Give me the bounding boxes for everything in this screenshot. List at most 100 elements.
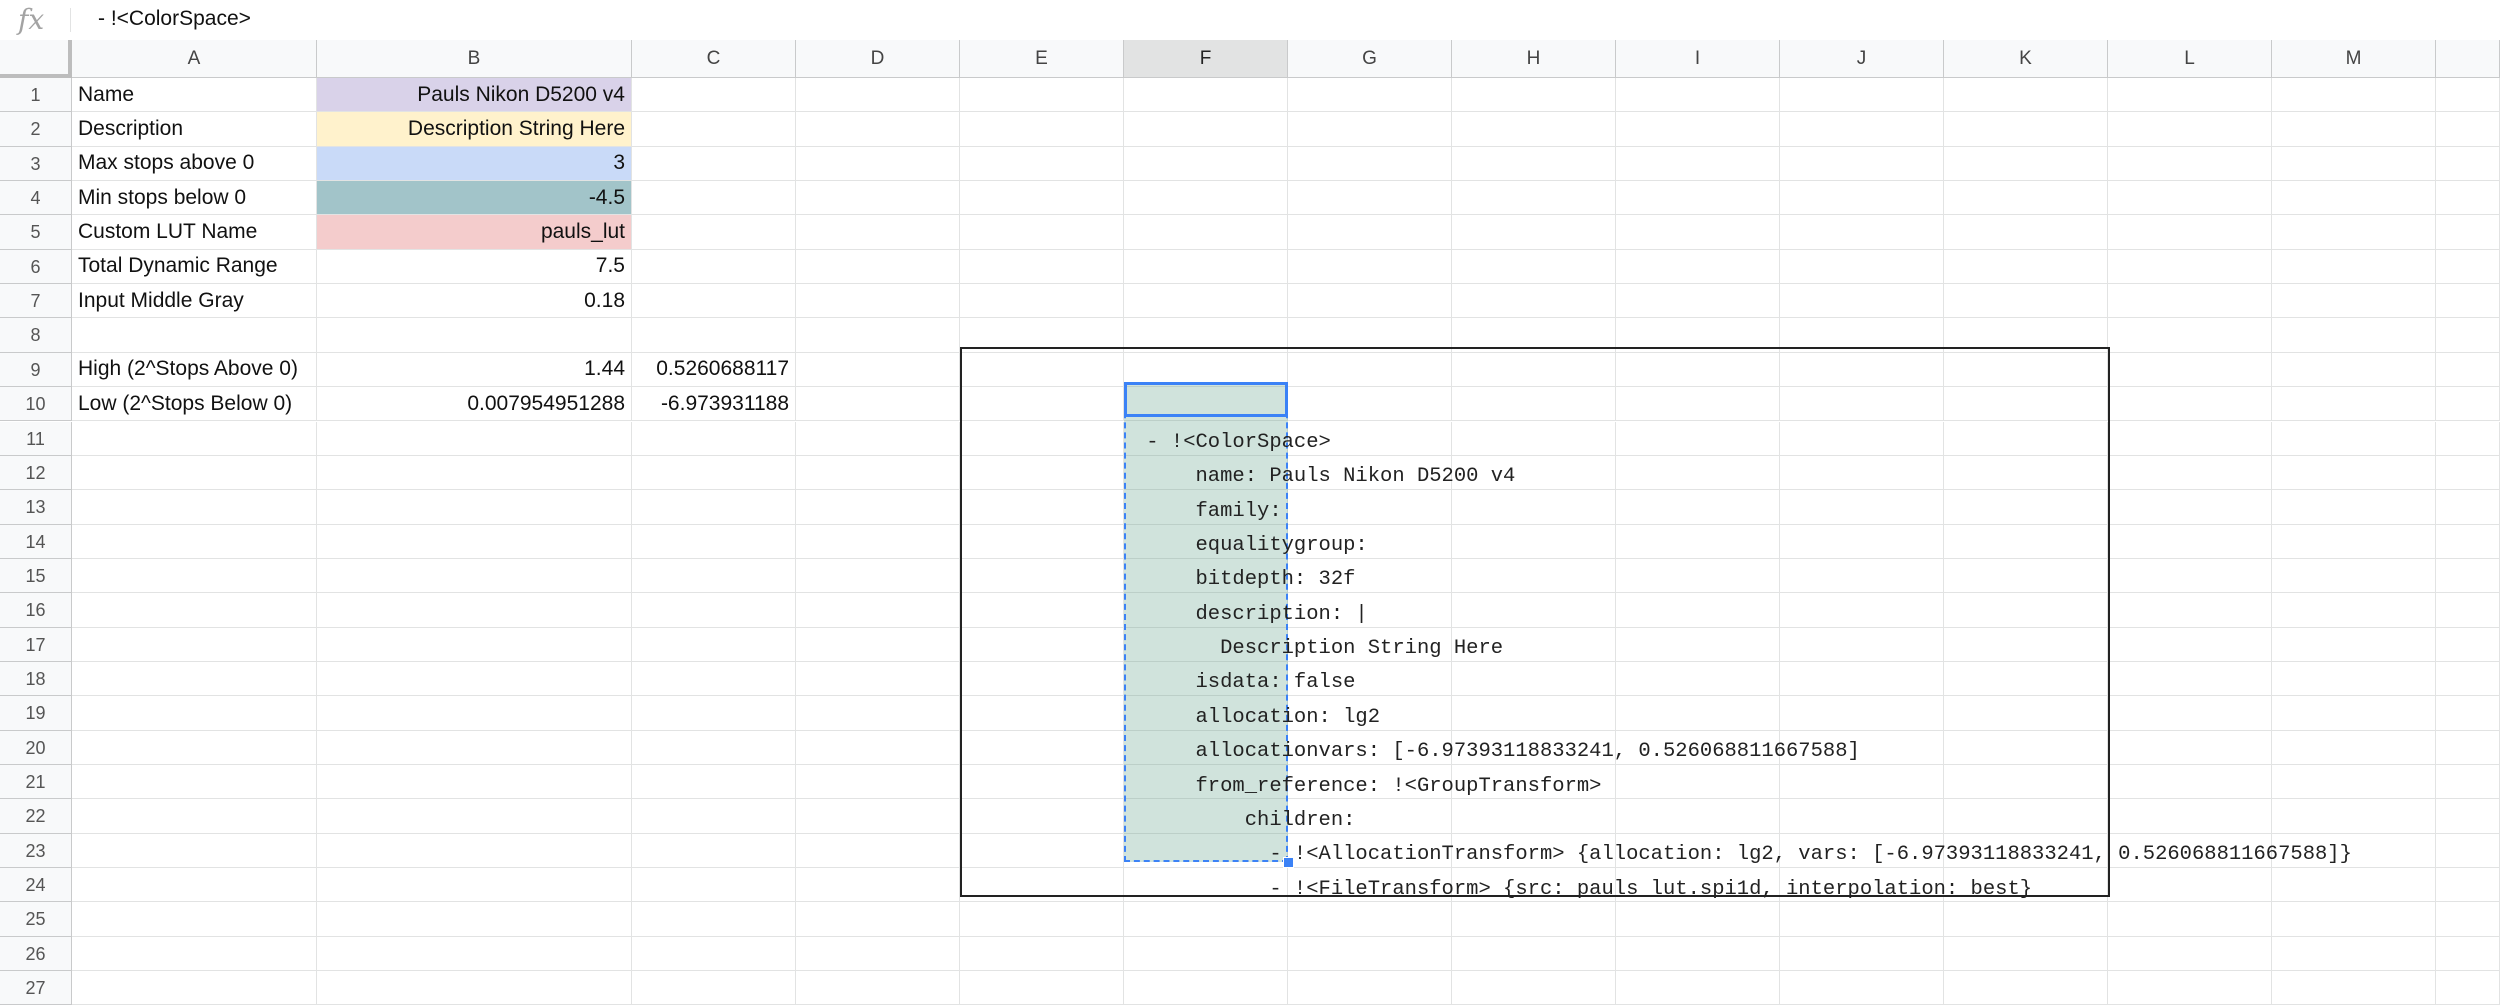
cell-m13[interactable] [2272, 490, 2436, 525]
cell-a2[interactable]: Description [72, 112, 317, 147]
cell-m6[interactable] [2272, 249, 2436, 285]
cell-l2[interactable] [2108, 112, 2272, 147]
cell-j27[interactable] [1780, 971, 1944, 1005]
cell-b16[interactable] [317, 593, 632, 628]
column-header-b[interactable]: B [317, 40, 632, 78]
row-header-4[interactable]: 4 [0, 181, 72, 216]
cell-a6[interactable]: Total Dynamic Range [72, 249, 317, 285]
cell-d25[interactable] [796, 902, 960, 937]
cell-a12[interactable] [72, 455, 317, 491]
column-header-d[interactable]: D [796, 40, 960, 78]
cell-b8[interactable] [317, 318, 632, 353]
cell-d11[interactable] [796, 421, 960, 456]
cell-b2[interactable]: Description String Here [317, 112, 632, 147]
cell-a24[interactable] [72, 868, 317, 903]
cell-m24[interactable] [2272, 868, 2436, 903]
cell-c23[interactable] [632, 833, 796, 869]
cell-k3[interactable] [1944, 146, 2108, 182]
cell-c21[interactable] [632, 765, 796, 800]
cell-b7[interactable]: 0.18 [317, 284, 632, 319]
cell-l6[interactable] [2108, 249, 2272, 285]
cell-c11[interactable] [632, 421, 796, 456]
cell-a9[interactable]: High (2^Stops Above 0) [72, 352, 317, 388]
cell-c2[interactable] [632, 112, 796, 147]
cell-m5[interactable] [2272, 215, 2436, 250]
cell-f4[interactable] [1124, 181, 1288, 216]
cell-f5[interactable] [1124, 215, 1288, 250]
cell-e27[interactable] [960, 971, 1124, 1005]
cell-c4[interactable] [632, 181, 796, 216]
cell-a16[interactable] [72, 593, 317, 628]
cell-b6[interactable]: 7.5 [317, 249, 632, 285]
cell-d15[interactable] [796, 558, 960, 594]
cell-h26[interactable] [1452, 936, 1616, 972]
cell-d4[interactable] [796, 181, 960, 216]
column-header-a[interactable]: A [72, 40, 317, 78]
cell-c6[interactable] [632, 249, 796, 285]
cell-m16[interactable] [2272, 593, 2436, 628]
cell-m15[interactable] [2272, 558, 2436, 594]
cell-l11[interactable] [2108, 421, 2272, 456]
cell-d21[interactable] [796, 765, 960, 800]
cell-h3[interactable] [1452, 146, 1616, 182]
cell-d17[interactable] [796, 627, 960, 662]
column-header-k[interactable]: K [1944, 40, 2108, 78]
cell-g26[interactable] [1288, 936, 1452, 972]
column-header-l[interactable]: L [2108, 40, 2272, 78]
cell-b14[interactable] [317, 524, 632, 559]
cell-d6[interactable] [796, 249, 960, 285]
cell-b11[interactable] [317, 421, 632, 456]
cell-c17[interactable] [632, 627, 796, 662]
cell-b5[interactable]: pauls_lut [317, 215, 632, 250]
cell-l3[interactable] [2108, 146, 2272, 182]
cell-g25[interactable] [1288, 902, 1452, 937]
row-header-2[interactable]: 2 [0, 112, 72, 147]
cell-c10[interactable]: -6.973931188 [632, 387, 796, 422]
cell-b27[interactable] [317, 971, 632, 1005]
cell-m18[interactable] [2272, 661, 2436, 697]
cell-j6[interactable] [1780, 249, 1944, 285]
cell-m3[interactable] [2272, 146, 2436, 182]
cell-h6[interactable] [1452, 249, 1616, 285]
cell-c27[interactable] [632, 971, 796, 1005]
cell-j26[interactable] [1780, 936, 1944, 972]
column-header-m[interactable]: M [2272, 40, 2436, 78]
cell-l17[interactable] [2108, 627, 2272, 662]
cell-b22[interactable] [317, 799, 632, 834]
cell-i4[interactable] [1616, 181, 1780, 216]
cell-e6[interactable] [960, 249, 1124, 285]
cell-b20[interactable] [317, 730, 632, 765]
cell-a27[interactable] [72, 971, 317, 1005]
cell-c13[interactable] [632, 490, 796, 525]
cell-a8[interactable] [72, 318, 317, 353]
cell-b3[interactable]: 3 [317, 146, 632, 182]
cell-j25[interactable] [1780, 902, 1944, 937]
cell-d8[interactable] [796, 318, 960, 353]
row-header-9[interactable]: 9 [0, 352, 72, 388]
cell-b13[interactable] [317, 490, 632, 525]
cell-d18[interactable] [796, 661, 960, 697]
cell-c22[interactable] [632, 799, 796, 834]
cell-i5[interactable] [1616, 215, 1780, 250]
cell-k6[interactable] [1944, 249, 2108, 285]
cell-a7[interactable]: Input Middle Gray [72, 284, 317, 319]
cell-b19[interactable] [317, 696, 632, 731]
cell-g2[interactable] [1288, 112, 1452, 147]
cell-m21[interactable] [2272, 765, 2436, 800]
cell-f2[interactable] [1124, 112, 1288, 147]
cell-l22[interactable] [2108, 799, 2272, 834]
cell-c25[interactable] [632, 902, 796, 937]
cell-m9[interactable] [2272, 352, 2436, 388]
row-header-23[interactable]: 23 [0, 833, 72, 869]
row-header-22[interactable]: 22 [0, 799, 72, 834]
cell-b24[interactable] [317, 868, 632, 903]
row-header-17[interactable]: 17 [0, 627, 72, 662]
cell-l12[interactable] [2108, 455, 2272, 491]
cell-e26[interactable] [960, 936, 1124, 972]
cell-i6[interactable] [1616, 249, 1780, 285]
formula-input[interactable]: - !<ColorSpace> [98, 7, 251, 31]
cell-b15[interactable] [317, 558, 632, 594]
cell-d24[interactable] [796, 868, 960, 903]
cell-m10[interactable] [2272, 387, 2436, 422]
cell-b25[interactable] [317, 902, 632, 937]
